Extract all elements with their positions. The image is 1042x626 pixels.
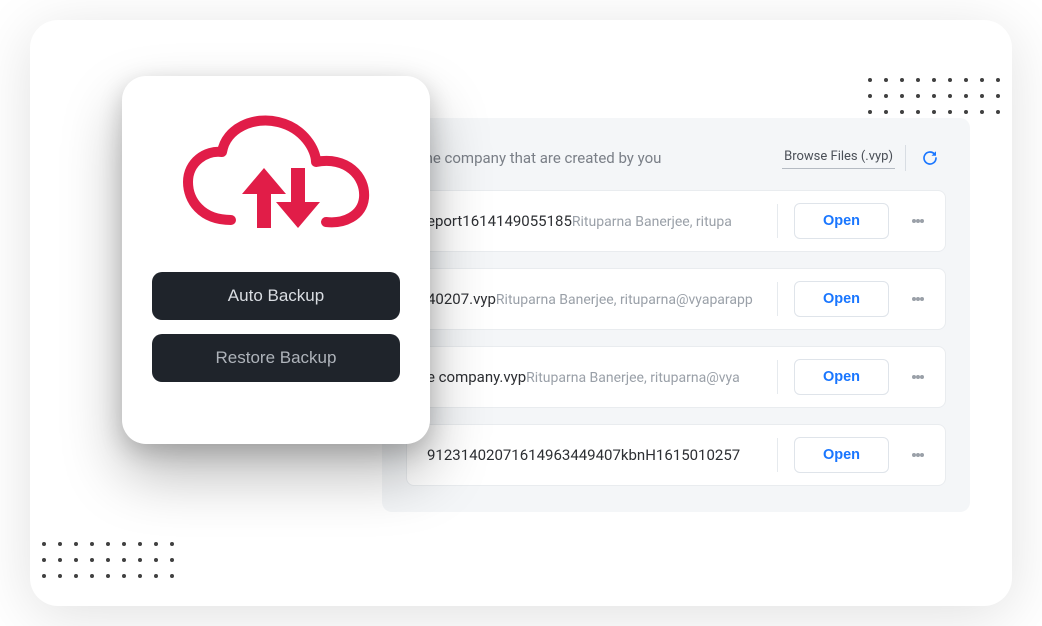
- file-meta: Rituparna Banerjee, ritupa: [572, 214, 732, 230]
- file-name-text: 91231402071614963449407kbnH1615010257: [427, 446, 740, 464]
- restore-backup-button[interactable]: Restore Backup: [152, 334, 400, 382]
- company-files-panel: e the company that are created by you Br…: [382, 118, 970, 512]
- panel-header: e the company that are created by you Br…: [406, 140, 946, 190]
- file-name: 40207.vypRituparna Banerjee, rituparna@v…: [427, 290, 757, 308]
- cloud-sync-icon: [176, 110, 376, 254]
- more-menu-button[interactable]: [905, 284, 931, 314]
- dots-decor-bottom: [42, 542, 174, 578]
- auto-backup-button[interactable]: Auto Backup: [152, 272, 400, 320]
- open-button[interactable]: Open: [794, 281, 889, 317]
- file-name-text: 40207.vyp: [427, 290, 496, 308]
- file-row: 91231402071614963449407kbnH1615010257 Op…: [406, 424, 946, 486]
- more-menu-button[interactable]: [905, 206, 931, 236]
- panel-title: e the company that are created by you: [408, 149, 782, 167]
- file-name: eport1614149055185Rituparna Banerjee, ri…: [427, 212, 757, 230]
- backup-card: Auto Backup Restore Backup: [122, 76, 430, 444]
- refresh-icon: [921, 149, 939, 167]
- file-name-text: e company.vyp: [427, 368, 526, 386]
- file-row: 40207.vypRituparna Banerjee, rituparna@v…: [406, 268, 946, 330]
- refresh-button[interactable]: [916, 144, 944, 172]
- file-name: e company.vypRituparna Banerjee, ritupar…: [427, 368, 757, 386]
- divider: [777, 360, 778, 394]
- file-meta: Rituparna Banerjee, rituparna@vyaparapp: [496, 292, 753, 308]
- file-meta: Rituparna Banerjee, rituparna@vya: [526, 370, 740, 386]
- open-button[interactable]: Open: [794, 437, 889, 473]
- file-name-text: eport1614149055185: [427, 212, 572, 230]
- panel-header-actions: Browse Files (.vyp): [782, 144, 944, 172]
- divider: [905, 145, 906, 171]
- divider: [777, 438, 778, 472]
- file-row: e company.vypRituparna Banerjee, ritupar…: [406, 346, 946, 408]
- file-row: eport1614149055185Rituparna Banerjee, ri…: [406, 190, 946, 252]
- more-menu-button[interactable]: [905, 362, 931, 392]
- more-menu-button[interactable]: [905, 440, 931, 470]
- divider: [777, 282, 778, 316]
- open-button[interactable]: Open: [794, 203, 889, 239]
- browse-files-link[interactable]: Browse Files (.vyp): [782, 147, 895, 169]
- divider: [777, 204, 778, 238]
- file-rows: eport1614149055185Rituparna Banerjee, ri…: [406, 190, 946, 486]
- file-name: 91231402071614963449407kbnH1615010257: [427, 446, 757, 464]
- dots-decor-top: [868, 78, 1000, 114]
- open-button[interactable]: Open: [794, 359, 889, 395]
- main-card: e the company that are created by you Br…: [30, 20, 1012, 606]
